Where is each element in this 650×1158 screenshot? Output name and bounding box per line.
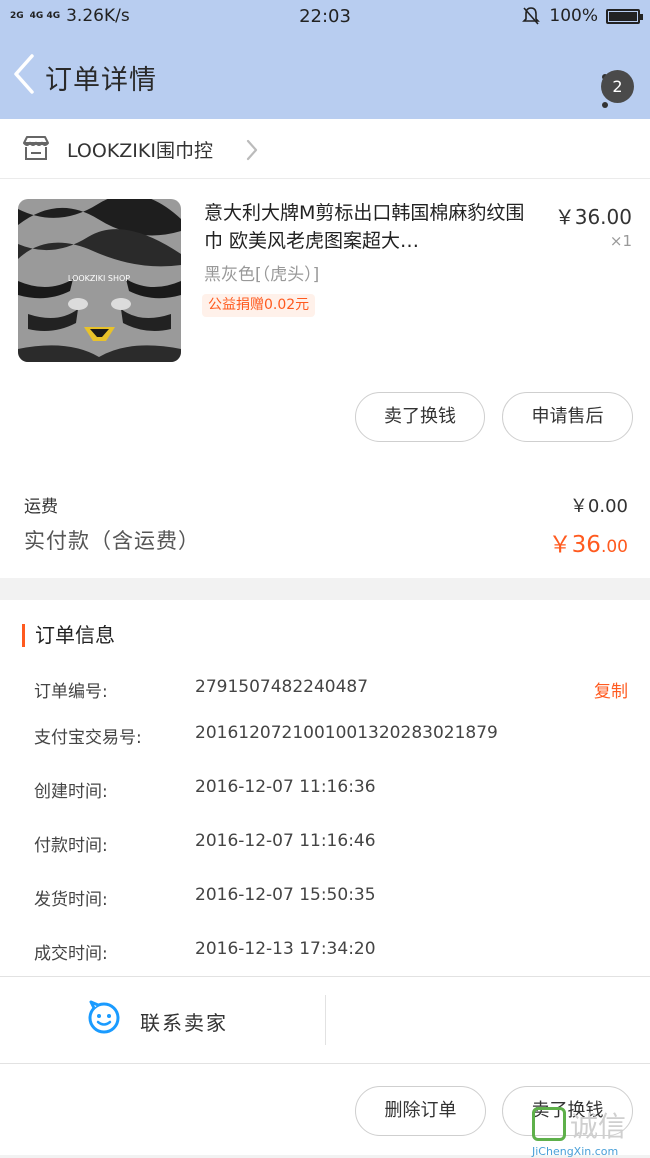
watermark-text: 诚信 — [570, 1110, 627, 1143]
shop-name[interactable]: LOOKZIKI围巾控 — [67, 136, 213, 163]
copy-button[interactable]: 复制 — [594, 677, 628, 702]
order-number-label: 订单编号: — [34, 682, 108, 702]
back-arrow-icon[interactable] — [8, 50, 40, 98]
network-speed: 3.26K/s — [66, 6, 130, 26]
shipping-value: ￥0.00 — [569, 496, 628, 517]
shop-row[interactable]: LOOKZIKI围巾控 — [0, 119, 650, 179]
paid-time-label: 付款时间: — [34, 836, 108, 856]
product-title[interactable]: 意大利大牌M剪标出口韩国棉麻豹纹围巾 欧美风老虎图案超大… — [204, 199, 534, 255]
signal-indicator-2g: 2G — [10, 10, 24, 21]
watermark-url: JiChengXin.com — [532, 1145, 619, 1158]
notification-badge[interactable]: 2 — [601, 70, 634, 103]
sell-exchange-button[interactable]: 卖了换钱 — [355, 392, 485, 442]
app-header: 订单详情 2 — [0, 32, 650, 119]
alipay-trade-value: 2016120721001001320283021879 — [195, 723, 498, 743]
product-quantity: ×1 — [609, 232, 632, 250]
created-time-label: 创建时间: — [34, 782, 108, 802]
shipping-label: 运费 — [24, 497, 58, 517]
order-info-card: 订单信息 订单编号: 2791507482240487 复制 支付宝交易号: 2… — [0, 600, 650, 1155]
page-title: 订单详情 — [45, 65, 157, 96]
store-icon — [23, 136, 49, 160]
shipped-time-value: 2016-12-07 15:50:35 — [195, 885, 376, 905]
total-decimal: .00 — [600, 537, 628, 557]
order-summary-card: LOOKZIKI围巾控 LOOKZIKI SHOP 意大利大牌M剪标出口韩国棉麻… — [0, 119, 650, 578]
after-sale-button[interactable]: 申请售后 — [502, 392, 633, 442]
paid-time-value: 2016-12-07 11:16:46 — [195, 831, 376, 851]
total-main: ￥36 — [548, 532, 601, 558]
chat-face-icon — [88, 1000, 120, 1034]
alipay-trade-label: 支付宝交易号: — [34, 728, 142, 748]
divider — [325, 995, 326, 1045]
shipped-time-label: 发货时间: — [34, 890, 108, 910]
image-overlay-text: LOOKZIKI SHOP — [68, 274, 130, 283]
created-time-value: 2016-12-07 11:16:36 — [195, 777, 376, 797]
total-label: 实付款（含运费） — [24, 529, 200, 553]
completed-time-label: 成交时间: — [34, 944, 108, 964]
total-value: ￥36.00 — [549, 525, 628, 559]
battery-icon — [606, 8, 643, 24]
battery-percent: 100% — [549, 6, 598, 26]
charity-badge: 公益捐赠0.02元 — [202, 294, 316, 317]
product-price: ￥36.00 — [554, 205, 632, 229]
completed-time-value: 2016-12-13 17:34:20 — [195, 939, 376, 959]
delete-order-button[interactable]: 删除订单 — [355, 1086, 486, 1136]
chevron-right-icon[interactable] — [244, 138, 260, 162]
contact-seller-label[interactable]: 联系卖家 — [140, 1007, 228, 1036]
watermark-logo-icon — [532, 1107, 566, 1141]
signal-indicator-4g: 4G 4G — [29, 10, 61, 21]
section-title: 订单信息 — [22, 624, 115, 647]
status-bar: 2G 4G 4G 3.26K/s 22:03 100% — [0, 0, 650, 32]
product-image[interactable]: LOOKZIKI SHOP — [18, 199, 181, 362]
bell-muted-icon — [522, 7, 541, 25]
contact-seller-row[interactable]: 联系卖家 — [0, 976, 650, 1064]
product-spec: 黑灰色[（虎头）] — [204, 265, 320, 285]
order-number-value: 2791507482240487 — [195, 677, 369, 697]
watermark: 诚信 JiChengXin.com — [532, 1103, 650, 1158]
